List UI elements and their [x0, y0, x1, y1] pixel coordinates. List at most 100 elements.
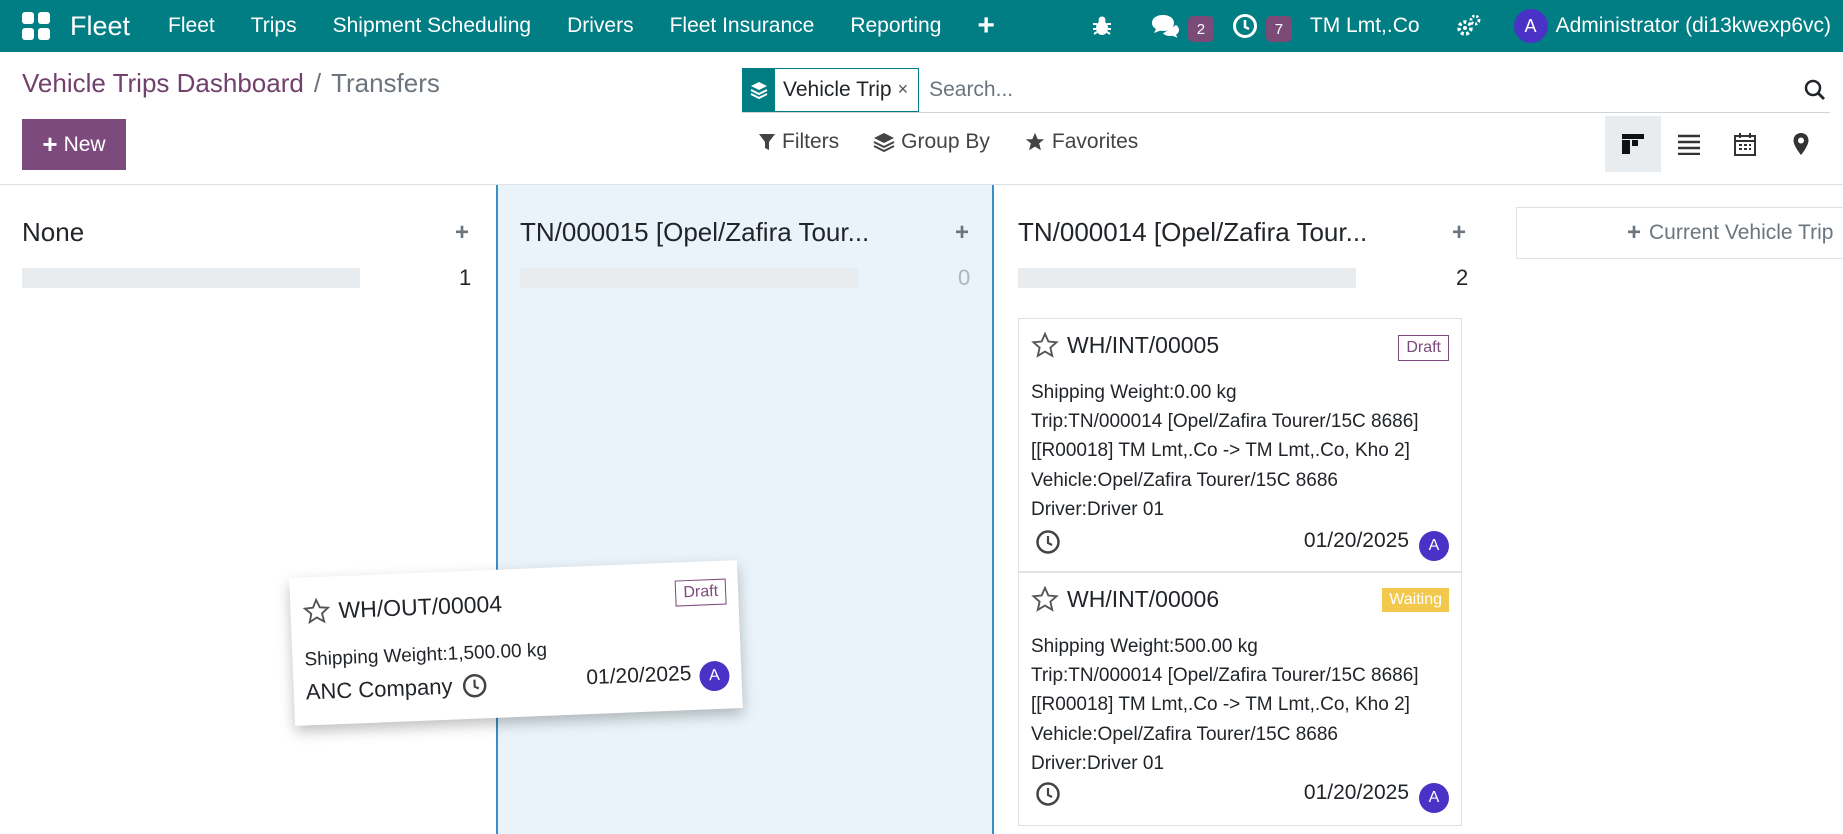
view-switcher	[1605, 116, 1829, 172]
new-button-label: New	[63, 132, 106, 156]
apps-menu-icon[interactable]	[22, 12, 50, 40]
menu-shipment-scheduling[interactable]: Shipment Scheduling	[315, 14, 549, 38]
column-progress-bar[interactable]	[1018, 268, 1356, 288]
driver-info: Driver:Driver 01	[1031, 499, 1165, 520]
favorite-star-icon[interactable]	[1031, 331, 1059, 359]
menu-trips[interactable]: Trips	[233, 14, 315, 38]
scheduled-date: 01/20/2025	[1303, 529, 1409, 552]
breadcrumb-current: Transfers	[331, 68, 440, 98]
navbar-systray: 2 7 TM Lmt,.Co A Administrator (di13kwex…	[1072, 0, 1843, 52]
shipping-weight: Shipping Weight:1,500.00 kg	[304, 639, 548, 671]
search-options: Filters Group By Favorites	[758, 130, 1172, 154]
user-name: Administrator (di13kwexp6vc)	[1555, 14, 1831, 37]
user-avatar: A	[1513, 9, 1548, 43]
column-title[interactable]: None	[22, 217, 84, 248]
kanban-card[interactable]: WH/INT/00005 Draft Shipping Weight:0.00 …	[1018, 318, 1462, 572]
plus-icon: +	[42, 129, 58, 159]
vehicle-info: Vehicle:Opel/Zafira Tourer/15C 8686	[1031, 470, 1338, 491]
trip-info: Trip:TN/000014 [Opel/Zafira Tourer/15C 8…	[1031, 411, 1419, 432]
column-quick-add-icon[interactable]: +	[1452, 219, 1466, 247]
debug-bug-icon[interactable]	[1072, 14, 1132, 38]
column-count: 2	[1456, 265, 1469, 290]
breadcrumb: Vehicle Trips Dashboard / Transfers	[22, 68, 440, 99]
control-panel: Vehicle Trips Dashboard / Transfers + New …	[0, 52, 1843, 185]
menu-reporting[interactable]: Reporting	[832, 14, 959, 38]
scheduled-date: 01/20/2025	[1303, 781, 1409, 804]
new-button[interactable]: + New	[22, 119, 126, 170]
favorite-star-icon[interactable]	[302, 596, 331, 625]
company-switcher[interactable]: TM Lmt,.Co	[1292, 14, 1438, 38]
breadcrumb-parent-link[interactable]: Vehicle Trips Dashboard	[22, 68, 304, 98]
favorites-label: Favorites	[1051, 130, 1139, 153]
add-column-button[interactable]: + Current Vehicle Trip	[1516, 207, 1843, 259]
column-title[interactable]: TN/000014 [Opel/Zafira Tour...	[1018, 217, 1367, 248]
status-badge: Waiting	[1382, 588, 1449, 612]
search-icon[interactable]	[1800, 75, 1830, 105]
favorite-star-icon[interactable]	[1031, 585, 1059, 613]
activity-clock-icon[interactable]	[461, 672, 488, 699]
activity-clock-icon[interactable]	[1035, 529, 1061, 555]
user-menu[interactable]: A Administrator (di13kwexp6vc)	[1500, 9, 1843, 43]
column-progress-bar[interactable]	[22, 268, 360, 288]
search-input[interactable]	[929, 77, 1800, 102]
vehicle-info: Vehicle:Opel/Zafira Tourer/15C 8686	[1031, 724, 1338, 745]
messages-count-badge: 2	[1187, 16, 1214, 42]
scheduled-date: 01/20/2025	[585, 661, 692, 690]
breadcrumb-separator: /	[313, 68, 322, 98]
kanban-column-tn000014: TN/000014 [Opel/Zafira Tour... + 2 WH/IN…	[994, 185, 1494, 834]
kanban-board: None + 1 TN/000015 [Opel/Zafira Tour... …	[0, 185, 1843, 834]
kanban-view-icon[interactable]	[1605, 116, 1661, 172]
shipping-weight: Shipping Weight:0.00 kg	[1031, 382, 1237, 403]
filters-button[interactable]: Filters	[758, 130, 839, 154]
map-view-icon[interactable]	[1773, 116, 1829, 172]
card-name: WH/INT/00005	[1067, 331, 1220, 358]
search-bar: Vehicle Trip ×	[742, 67, 1830, 113]
favorites-button[interactable]: Favorites	[1024, 130, 1138, 154]
column-progress-bar[interactable]	[520, 268, 858, 288]
column-count: 1	[459, 265, 472, 290]
layers-icon	[873, 133, 895, 152]
card-name: WH/OUT/00004	[337, 590, 503, 623]
card-header: WH/INT/00005	[1031, 331, 1219, 359]
top-navbar: Fleet Fleet Trips Shipment Scheduling Dr…	[0, 0, 1843, 52]
calendar-view-icon[interactable]	[1717, 116, 1773, 172]
app-brand[interactable]: Fleet	[70, 11, 130, 42]
activities-count-badge: 7	[1265, 16, 1292, 42]
column-quick-add-icon[interactable]: +	[955, 219, 969, 247]
add-column-label: Current Vehicle Trip	[1649, 221, 1834, 244]
star-filled-icon	[1025, 132, 1045, 151]
column-quick-add-icon[interactable]: +	[455, 219, 469, 247]
activities-clock-icon[interactable]: 7	[1214, 13, 1292, 42]
facet-remove-icon[interactable]: ×	[898, 79, 919, 100]
kanban-column-tn000015: TN/000015 [Opel/Zafira Tour... + 0	[496, 185, 994, 834]
responsible-avatar[interactable]: A	[698, 660, 731, 692]
facet-label: Vehicle Trip	[783, 77, 892, 101]
settings-gears-icon[interactable]	[1438, 13, 1500, 39]
messages-chat-icon[interactable]: 2	[1132, 13, 1214, 42]
menu-fleet-insurance[interactable]: Fleet Insurance	[652, 14, 833, 38]
activity-clock-icon[interactable]	[1035, 781, 1061, 807]
plus-icon: +	[1627, 219, 1642, 246]
route-info: [[R00018] TM Lmt,.Co -> TM Lmt,.Co, Kho …	[1031, 694, 1410, 715]
column-count: 0	[958, 265, 971, 290]
menu-fleet[interactable]: Fleet	[150, 14, 233, 38]
kanban-column-none: None + 1	[0, 185, 496, 834]
card-name: WH/INT/00006	[1067, 585, 1220, 612]
menu-drivers[interactable]: Drivers	[549, 14, 652, 38]
dragged-kanban-card[interactable]: WH/OUT/00004 Draft Shipping Weight:1,500…	[289, 560, 743, 726]
column-title[interactable]: TN/000015 [Opel/Zafira Tour...	[520, 217, 869, 248]
route-info: [[R00018] TM Lmt,.Co -> TM Lmt,.Co, Kho …	[1031, 440, 1410, 461]
group-by-label: Group By	[901, 130, 990, 153]
shipping-weight: Shipping Weight:500.00 kg	[1031, 636, 1258, 657]
add-menu-plus-icon[interactable]: +	[959, 9, 1013, 43]
list-view-icon[interactable]	[1661, 116, 1717, 172]
kanban-card[interactable]: WH/INT/00006 Waiting Shipping Weight:500…	[1018, 572, 1462, 826]
card-header: WH/INT/00006	[1031, 585, 1219, 613]
responsible-avatar[interactable]: A	[1419, 783, 1449, 813]
partner-name: ANC Company	[305, 673, 453, 705]
card-header: WH/OUT/00004	[302, 590, 503, 626]
responsible-avatar[interactable]: A	[1419, 531, 1449, 561]
group-by-button[interactable]: Group By	[873, 130, 990, 154]
search-facet: Vehicle Trip ×	[742, 67, 920, 112]
filter-funnel-icon	[759, 134, 775, 150]
